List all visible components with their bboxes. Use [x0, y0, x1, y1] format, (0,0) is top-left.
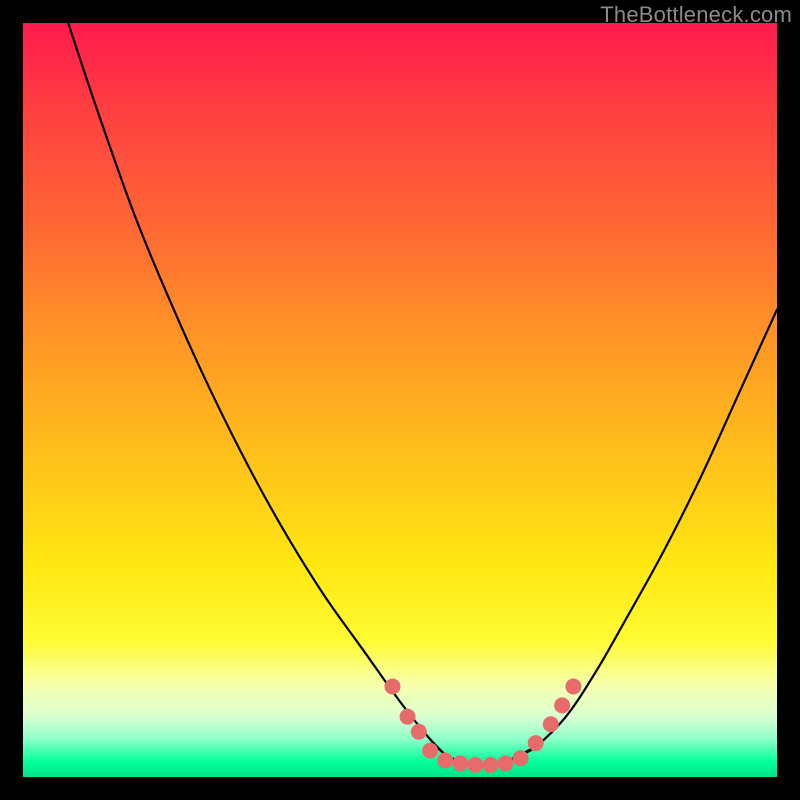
chart-plot-area [23, 23, 777, 777]
marker-dot [411, 724, 427, 740]
marker-dot [513, 750, 529, 766]
marker-dot [498, 755, 514, 771]
marker-dot [467, 757, 483, 773]
marker-dot [565, 679, 581, 695]
marker-dot [543, 716, 559, 732]
chart-svg [23, 23, 777, 777]
marker-dot [437, 752, 453, 768]
curve-group [68, 23, 777, 765]
marker-dot [400, 709, 416, 725]
curve-left-curve [68, 23, 460, 762]
marker-dot [554, 697, 570, 713]
marker-dot [384, 679, 400, 695]
marker-dot [452, 755, 468, 771]
marker-group [384, 679, 581, 773]
marker-dot [528, 735, 544, 751]
curve-right-curve [521, 310, 777, 755]
marker-dot [482, 757, 498, 773]
marker-dot [422, 743, 438, 759]
